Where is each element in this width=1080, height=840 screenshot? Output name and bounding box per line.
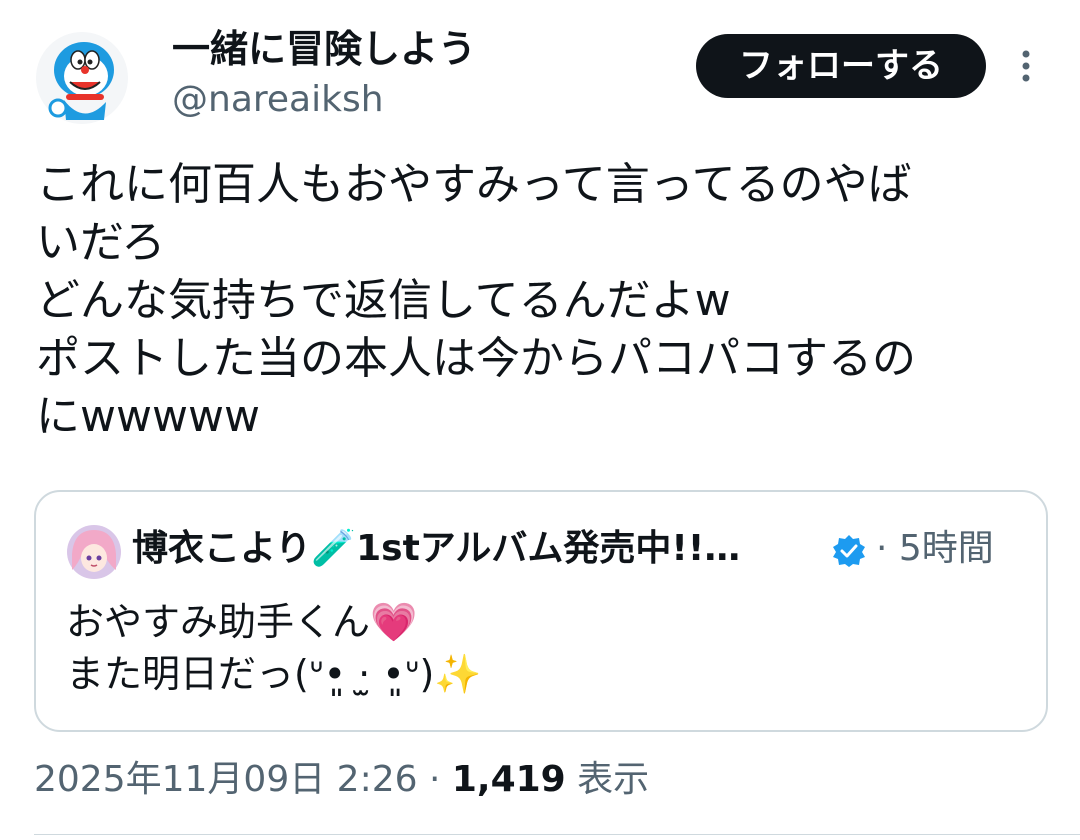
- verified-badge-icon: [833, 535, 865, 567]
- quoted-post-text: おやすみ助手くん💗 また明日だっ(ᐡ•͈ ·̫ •͈ᐡ)✨: [66, 600, 482, 696]
- more-options-button[interactable]: [1016, 48, 1036, 84]
- author-display-name[interactable]: 一緒に冒険しよう: [172, 24, 476, 74]
- vertical-ellipsis-icon: [1022, 50, 1030, 82]
- divider: [34, 834, 1080, 835]
- follow-button[interactable]: フォローする: [696, 34, 986, 98]
- quoted-author-avatar[interactable]: [66, 524, 122, 580]
- author-handle[interactable]: @nareaiksh: [172, 76, 384, 124]
- post-timestamp[interactable]: 2025年11月09日 2:26 ·: [34, 759, 452, 800]
- views-label: 表示: [565, 759, 650, 800]
- quoted-post-card[interactable]: 博衣こより🧪1stアルバム発売中!!… · 5時間 おやすみ助手くん💗 また明日…: [34, 490, 1048, 732]
- quoted-author-name[interactable]: 博衣こより🧪1stアルバム発売中!!…: [132, 526, 822, 572]
- views-count: 1,419: [451, 759, 566, 800]
- post-author-avatar[interactable]: [34, 30, 130, 126]
- post-meta: 2025年11月09日 2:26 · 1,419 表示: [34, 756, 649, 804]
- quoted-post-time[interactable]: · 5時間: [876, 526, 994, 572]
- blue-cartoon-cat-avatar-icon: [36, 32, 128, 124]
- post-text: これに何百人もおやすみって言ってるのやば いだろ どんな気持ちで返信してるんだよ…: [36, 159, 916, 442]
- anime-girl-avatar-icon: [67, 525, 121, 579]
- verified-badge: [832, 534, 866, 568]
